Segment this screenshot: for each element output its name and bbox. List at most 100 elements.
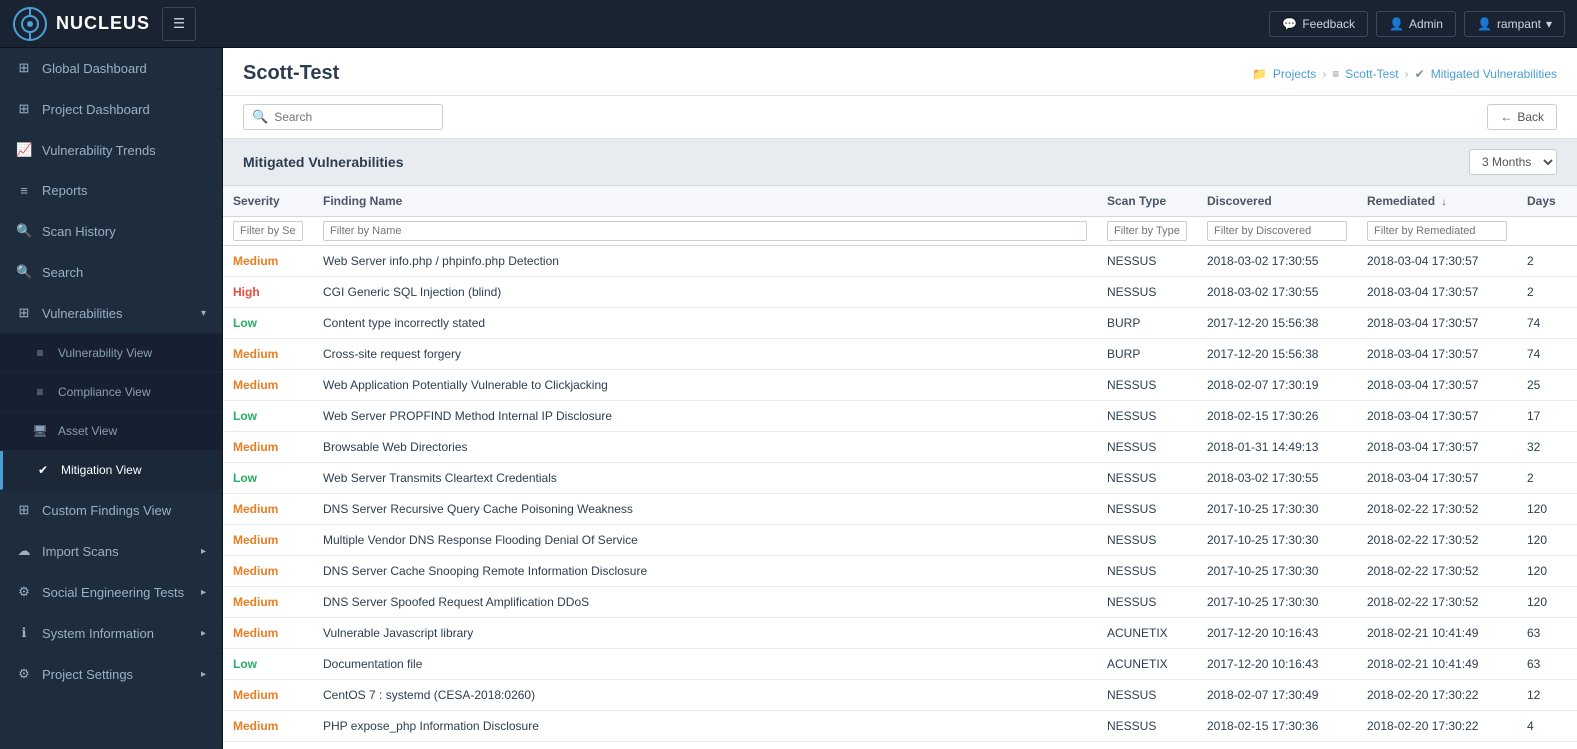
cell-days: 63 [1517,618,1577,649]
col-header-severity: Severity [223,186,313,217]
table-row[interactable]: Low Web Server PROPFIND Method Internal … [223,401,1577,432]
user-button[interactable]: 👤 rampant ▾ [1464,11,1565,37]
cell-days: 120 [1517,525,1577,556]
table-row[interactable]: Low Web Server Transmits Cleartext Crede… [223,463,1577,494]
admin-button[interactable]: 👤 Admin [1376,11,1456,37]
sidebar-item-global-dashboard[interactable]: ⊞ Global Dashboard [0,48,222,89]
hamburger-button[interactable]: ☰ [162,7,196,41]
cell-severity: Medium [223,556,313,587]
sidebar-item-import-scans[interactable]: ☁ Import Scans ▸ [0,531,222,572]
table-row[interactable]: Medium Web Server info.php / phpinfo.php… [223,246,1577,277]
sidebar-label: System Information [42,626,154,641]
sidebar-item-vulnerability-view[interactable]: ≡ Vulnerability View [0,334,222,373]
user-label: rampant [1497,17,1541,31]
breadcrumb: 📁 Projects › ≡ Scott-Test › ✔ Mitigated … [1252,67,1557,81]
table-row[interactable]: Medium DNS Server Cache Snooping Remote … [223,556,1577,587]
table-row[interactable]: Medium DNS Server Recursive Query Cache … [223,494,1577,525]
breadcrumb-projects[interactable]: Projects [1273,67,1316,81]
breadcrumb-project[interactable]: Scott-Test [1345,67,1398,81]
table-row[interactable]: Medium Apache Server ETag Header Informa… [223,742,1577,749]
sidebar-item-reports[interactable]: ≡ Reports [0,171,222,211]
sidebar-item-vulnerabilities[interactable]: ⊞ Vulnerabilities ▾ [0,293,222,334]
filter-remediated-input[interactable] [1367,221,1507,241]
cell-remediated: 2018-02-20 17:30:22 [1357,742,1517,749]
monitor-icon: 🖥 [32,424,48,438]
sidebar-item-asset-view[interactable]: 🖥 Asset View [0,412,222,451]
cell-severity: Low [223,649,313,680]
breadcrumb-sep1: › [1322,67,1326,81]
hamburger-icon: ☰ [173,16,185,32]
cell-scan-type: ACUNETIX [1097,618,1197,649]
sidebar-item-vulnerability-trends[interactable]: 📈 Vulnerability Trends [0,130,222,171]
table-row[interactable]: Medium Vulnerable Javascript library ACU… [223,618,1577,649]
table-row[interactable]: Medium DNS Server Spoofed Request Amplif… [223,587,1577,618]
cell-remediated: 2018-03-04 17:30:57 [1357,339,1517,370]
cell-discovered: 2018-01-31 14:49:13 [1197,432,1357,463]
table-row[interactable]: Low Documentation file ACUNETIX 2017-12-… [223,649,1577,680]
cell-discovered: 2018-03-02 17:30:55 [1197,246,1357,277]
search-box[interactable]: 🔍 [243,104,443,130]
filter-discovered-input[interactable] [1207,221,1347,241]
sidebar-item-mitigation-view[interactable]: ✔ Mitigation View [0,451,222,490]
back-button[interactable]: ← Back [1487,104,1557,130]
table-row[interactable]: Medium Browsable Web Directories NESSUS … [223,432,1577,463]
cell-remediated: 2018-03-04 17:30:57 [1357,401,1517,432]
table-row[interactable]: Medium Multiple Vendor DNS Response Floo… [223,525,1577,556]
sidebar-label: Project Dashboard [42,102,150,117]
sidebar-item-project-settings[interactable]: ⚙ Project Settings ▸ [0,654,222,695]
breadcrumb-check-icon: ✔ [1415,67,1425,81]
cell-days: 63 [1517,649,1577,680]
table-row[interactable]: Medium CentOS 7 : systemd (CESA-2018:026… [223,680,1577,711]
sidebar-item-custom-findings[interactable]: ⊞ Custom Findings View [0,490,222,531]
col-header-discovered: Discovered [1197,186,1357,217]
sidebar-label: Global Dashboard [42,61,147,76]
grid-icon: ⊞ [16,60,32,76]
col-header-remediated: Remediated ↓ [1357,186,1517,217]
table-row[interactable]: Medium PHP expose_php Information Disclo… [223,711,1577,742]
filter-type-input[interactable] [1107,221,1187,241]
cell-severity: Medium [223,432,313,463]
col-header-days: Days [1517,186,1577,217]
chart-icon: 📈 [16,142,32,158]
breadcrumb-grid-icon: ≡ [1332,67,1339,81]
filter-name-input[interactable] [323,221,1087,241]
cell-finding-name: CGI Generic SQL Injection (blind) [313,277,1097,308]
table-row[interactable]: Medium Cross-site request forgery BURP 2… [223,339,1577,370]
sidebar-label: Vulnerability Trends [42,143,156,158]
cell-scan-type: NESSUS [1097,463,1197,494]
sidebar-label: Compliance View [58,385,151,399]
filter-cell-sev [223,217,313,246]
cell-remediated: 2018-03-04 17:30:57 [1357,463,1517,494]
chevron-down-icon: ▾ [201,308,206,319]
cell-scan-type: NESSUS [1097,246,1197,277]
cell-severity: Medium [223,680,313,711]
feedback-button[interactable]: 💬 Feedback [1269,11,1368,37]
time-period-select[interactable]: 3 Months 1 Month 6 Months 1 Year All Tim… [1469,149,1557,175]
search-input[interactable] [274,110,434,124]
table-row[interactable]: Low Content type incorrectly stated BURP… [223,308,1577,339]
filter-severity-input[interactable] [233,221,303,241]
sidebar-item-scan-history[interactable]: 🔍 Scan History [0,211,222,252]
main-content: Scott-Test 📁 Projects › ≡ Scott-Test › ✔… [223,48,1577,749]
sort-icon: ↓ [1441,197,1446,208]
table-row[interactable]: Medium Web Application Potentially Vulne… [223,370,1577,401]
filter-cell-type [1097,217,1197,246]
cell-severity: Low [223,463,313,494]
sidebar-item-compliance-view[interactable]: ≡ Compliance View [0,373,222,412]
sidebar-item-social-engineering[interactable]: ⚙ Social Engineering Tests ▸ [0,572,222,613]
sidebar-item-project-dashboard[interactable]: ⊞ Project Dashboard [0,89,222,130]
sidebar-item-search[interactable]: 🔍 Search [0,252,222,293]
cell-remediated: 2018-02-20 17:30:22 [1357,711,1517,742]
cell-finding-name: Multiple Vendor DNS Response Flooding De… [313,525,1097,556]
sidebar-label: Asset View [58,424,117,438]
table-row[interactable]: High CGI Generic SQL Injection (blind) N… [223,277,1577,308]
breadcrumb-sep2: › [1405,67,1409,81]
cell-finding-name: DNS Server Recursive Query Cache Poisoni… [313,494,1097,525]
search-icon: 🔍 [16,264,32,280]
vulnerabilities-table: Severity Finding Name Scan Type Discover… [223,186,1577,749]
cell-scan-type: NESSUS [1097,525,1197,556]
filter-cell-disc [1197,217,1357,246]
cell-severity: Low [223,308,313,339]
sidebar-item-system-information[interactable]: ℹ System Information ▸ [0,613,222,654]
cell-remediated: 2018-02-22 17:30:52 [1357,556,1517,587]
